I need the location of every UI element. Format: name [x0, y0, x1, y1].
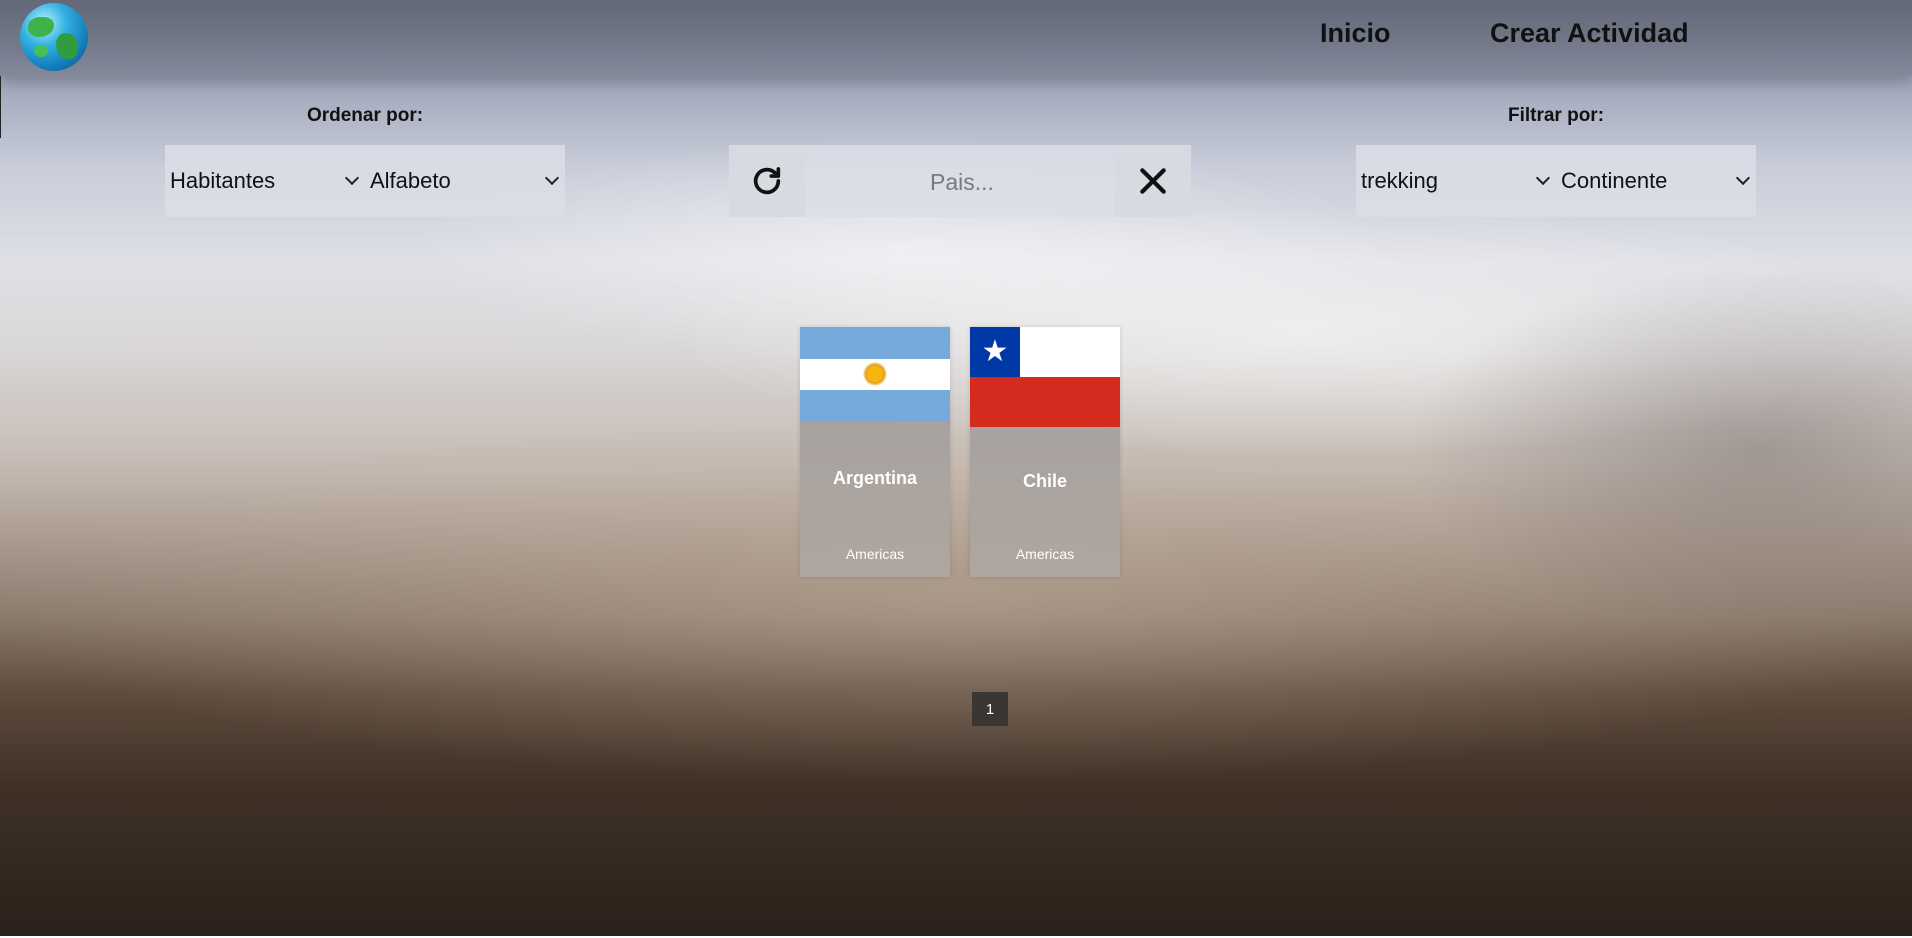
activity-filter-select[interactable]: trekking — [1356, 145, 1556, 217]
filter-label: Filtrar por: — [1507, 105, 1605, 126]
activity-filter-value: trekking — [1361, 168, 1439, 193]
country-search-input[interactable] — [805, 145, 1119, 219]
page-button[interactable]: 1 — [972, 692, 1008, 726]
chevron-down-icon — [1535, 170, 1551, 186]
population-sort-value: Habitantes — [170, 168, 276, 193]
top-navbar: Inicio Crear Actividad — [0, 0, 1912, 76]
country-name: Argentina — [832, 468, 917, 488]
country-name: Chile — [1022, 471, 1067, 491]
chile-flag: ★ — [970, 327, 1120, 427]
alphabet-sort-select[interactable]: Alfabeto — [365, 145, 565, 217]
reload-icon — [753, 167, 781, 195]
population-sort-select[interactable]: Habitantes — [165, 145, 365, 217]
argentina-flag — [800, 327, 950, 422]
country-continent: Americas — [845, 546, 905, 562]
chevron-down-icon — [344, 170, 360, 186]
continent-filter-select[interactable]: Continente — [1556, 145, 1756, 217]
globe-icon[interactable] — [20, 3, 88, 71]
country-continent: Americas — [1015, 546, 1075, 562]
clear-search-button[interactable] — [1115, 145, 1191, 217]
divider — [0, 76, 1, 138]
continent-filter-value: Continente — [1561, 168, 1668, 193]
country-card[interactable]: Argentina Americas — [800, 327, 950, 577]
search-bar — [729, 145, 1191, 219]
nav-link-home[interactable]: Inicio — [1320, 18, 1391, 49]
sort-label: Ordenar por: — [306, 105, 424, 126]
close-icon — [1140, 168, 1166, 194]
chevron-down-icon — [1735, 170, 1751, 186]
reload-button[interactable] — [729, 145, 805, 217]
country-card[interactable]: ★ Chile Americas — [970, 327, 1120, 577]
chevron-down-icon — [544, 170, 560, 186]
background-shade — [1200, 250, 1912, 750]
alphabet-sort-value: Alfabeto — [370, 168, 451, 193]
sun-icon — [863, 362, 887, 386]
nav-link-create-activity[interactable]: Crear Actividad — [1490, 18, 1689, 49]
star-icon: ★ — [970, 327, 1020, 377]
